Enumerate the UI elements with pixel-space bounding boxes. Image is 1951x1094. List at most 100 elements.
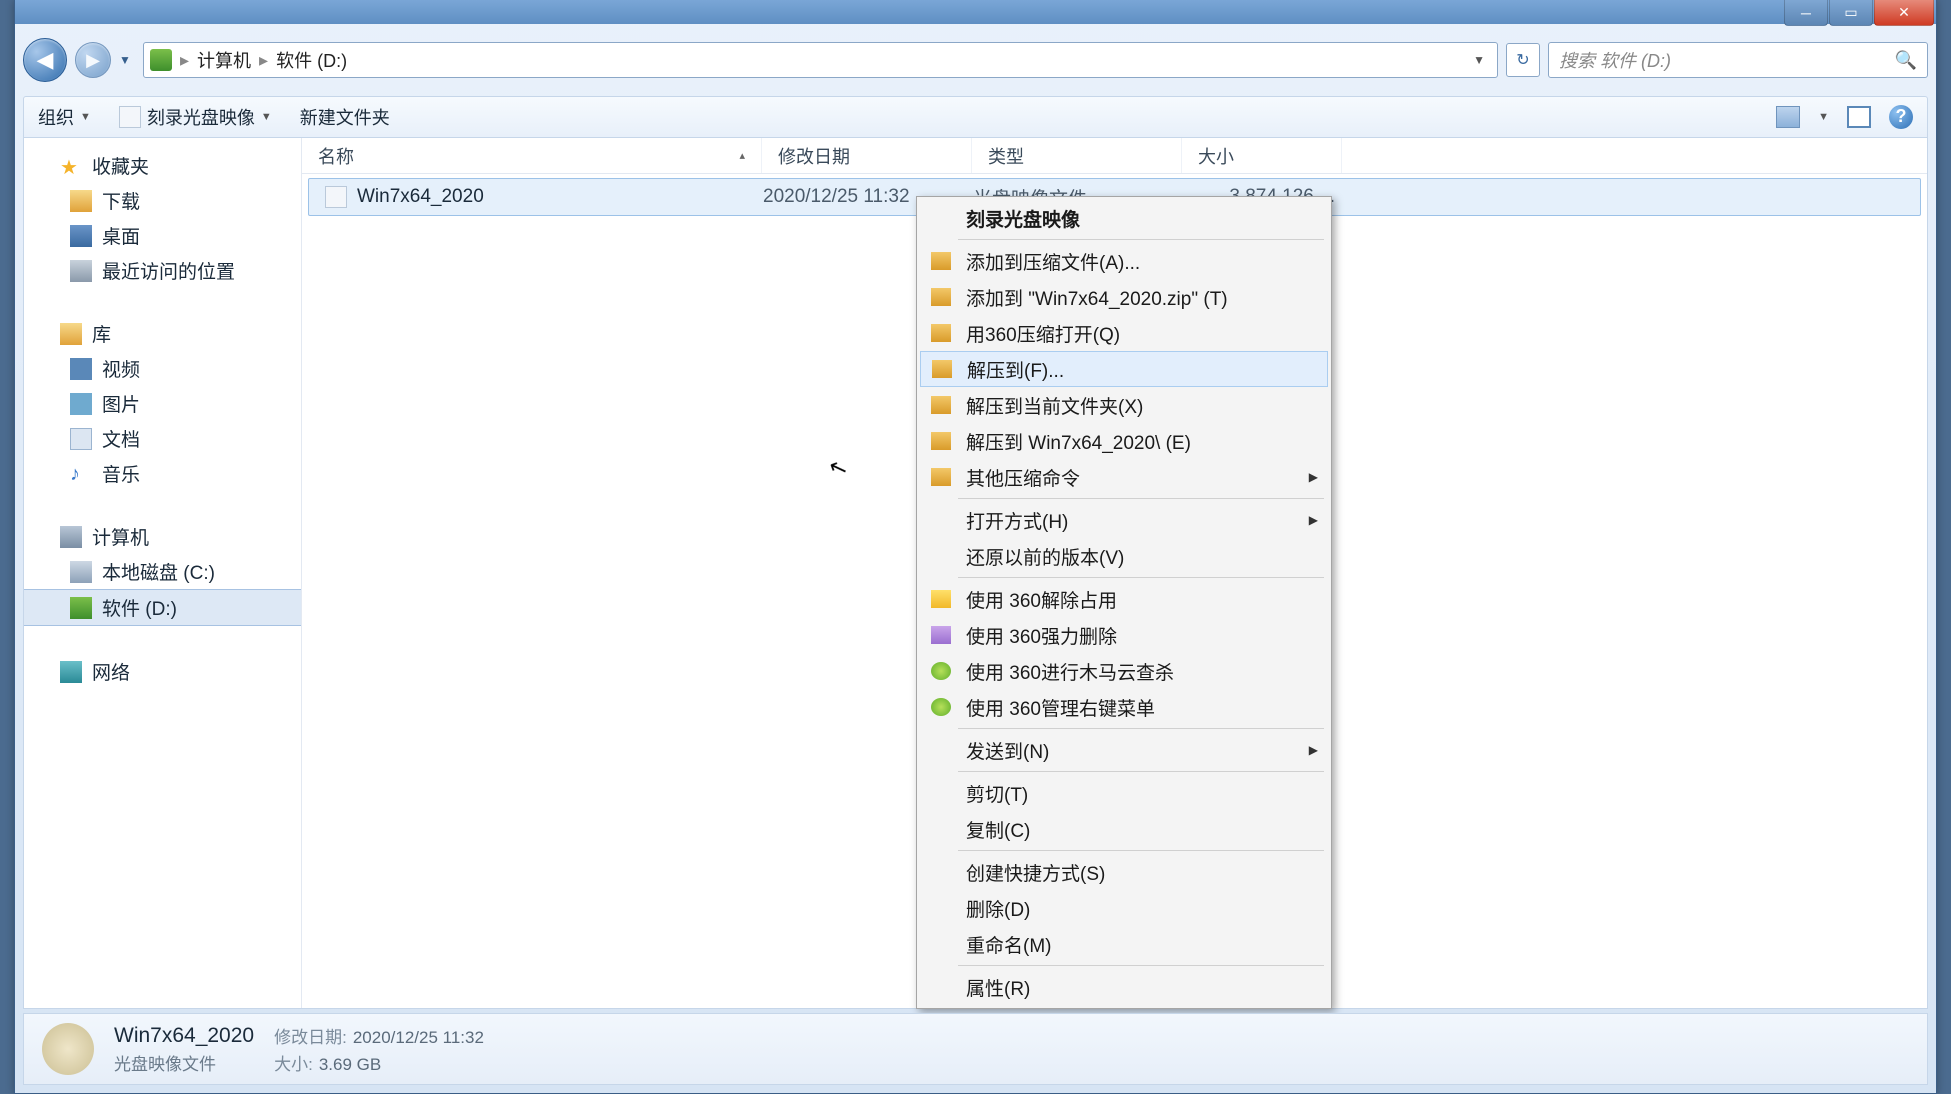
breadcrumb-sep: ▸ [180,50,189,71]
ctx-add-to-archive[interactable]: 添加到压缩文件(A)... [920,243,1328,279]
sidebar-favorites[interactable]: ★ 收藏夹 [24,148,301,183]
ctx-copy[interactable]: 复制(C) [920,811,1328,847]
sidebar-label: 软件 (D:) [102,594,177,621]
sidebar-label: 计算机 [92,523,149,550]
titlebar: ─ ▭ ✕ [15,0,1936,24]
ctx-delete[interactable]: 删除(D) [920,890,1328,926]
breadcrumb-sep: ▸ [259,50,268,71]
ctx-cut[interactable]: 剪切(T) [920,775,1328,811]
ctx-create-shortcut[interactable]: 创建快捷方式(S) [920,854,1328,890]
sidebar-computer[interactable]: 计算机 [24,519,301,554]
column-label: 大小 [1198,143,1234,169]
archive-icon [931,288,951,306]
ctx-360-manage-menu[interactable]: 使用 360管理右键菜单 [920,689,1328,725]
new-folder-button[interactable]: 新建文件夹 [300,104,390,130]
ctx-extract-to[interactable]: 解压到(F)... [920,351,1328,387]
ctx-label: 创建快捷方式(S) [966,859,1105,886]
organize-menu[interactable]: 组织 ▼ [38,104,91,130]
star-icon: ★ [60,155,82,177]
ctx-properties[interactable]: 属性(R) [920,969,1328,1005]
ctx-open-with[interactable]: 打开方式(H) ▶ [920,502,1328,538]
pictures-icon [70,393,92,415]
address-bar[interactable]: ▸ 计算机 ▸ 软件 (D:) ▼ [143,42,1498,78]
sidebar-label: 桌面 [102,222,140,249]
ctx-extract-to-folder[interactable]: 解压到 Win7x64_2020\ (E) [920,423,1328,459]
ctx-label: 其他压缩命令 [966,464,1080,491]
refresh-button[interactable]: ↻ [1506,43,1540,77]
forward-button[interactable]: ▶ [75,42,111,78]
ctx-add-to-zip[interactable]: 添加到 "Win7x64_2020.zip" (T) [920,279,1328,315]
submenu-arrow-icon: ▶ [1309,470,1318,484]
ctx-label: 重命名(M) [966,931,1051,958]
status-date-value: 2020/12/25 11:32 [353,1028,484,1047]
file-name: Win7x64_2020 [357,186,484,208]
ctx-restore-prev[interactable]: 还原以前的版本(V) [920,538,1328,574]
sidebar-label: 视频 [102,355,140,382]
breadcrumb-drive[interactable]: 软件 (D:) [276,47,347,73]
sidebar-label: 库 [92,320,111,347]
sort-asc-icon: ▴ [739,149,745,162]
ctx-separator [958,239,1324,240]
archive-icon [932,360,952,378]
back-button[interactable]: ◀ [23,38,67,82]
ctx-rename[interactable]: 重命名(M) [920,926,1328,962]
column-size[interactable]: 大小 [1182,138,1342,173]
ctx-separator [958,498,1324,499]
column-type[interactable]: 类型 [972,138,1182,173]
ctx-label: 使用 360解除占用 [966,586,1117,613]
sidebar-libraries[interactable]: 库 [24,316,301,351]
ctx-label: 发送到(N) [966,737,1049,764]
status-date-label: 修改日期: [274,1028,347,1047]
preview-pane-button[interactable] [1847,106,1871,128]
sidebar-item-desktop[interactable]: 桌面 [24,218,301,253]
minimize-button[interactable]: ─ [1784,0,1828,26]
chevron-down-icon: ▼ [261,111,272,123]
sidebar-label: 网络 [92,658,130,685]
ctx-other-zip[interactable]: 其他压缩命令 ▶ [920,459,1328,495]
sidebar-network[interactable]: 网络 [24,654,301,689]
file-thumbnail [42,1023,94,1075]
sidebar-item-soft-d[interactable]: 软件 (D:) [24,589,301,626]
archive-icon [931,396,951,414]
burn-image-button[interactable]: 刻录光盘映像 ▼ [119,104,272,130]
video-icon [70,358,92,380]
ctx-burn-image[interactable]: 刻录光盘映像 [920,200,1328,236]
help-button[interactable]: ? [1889,105,1913,129]
ctx-send-to[interactable]: 发送到(N) ▶ [920,732,1328,768]
address-dropdown[interactable]: ▼ [1467,53,1491,67]
close-button[interactable]: ✕ [1874,0,1934,26]
sidebar-item-documents[interactable]: 文档 [24,421,301,456]
ctx-360-force-del[interactable]: 使用 360强力删除 [920,617,1328,653]
chevron-down-icon[interactable]: ▼ [1818,111,1829,123]
sidebar-item-downloads[interactable]: 下载 [24,183,301,218]
ctx-360-unlock[interactable]: 使用 360解除占用 [920,581,1328,617]
column-date[interactable]: 修改日期 [762,138,972,173]
sidebar-item-pictures[interactable]: 图片 [24,386,301,421]
ctx-label: 添加到压缩文件(A)... [966,248,1140,275]
view-button[interactable] [1776,106,1800,128]
sidebar-label: 收藏夹 [92,152,149,179]
sidebar-label: 文档 [102,425,140,452]
ctx-label: 剪切(T) [966,780,1028,807]
drive-icon [150,49,172,71]
search-input[interactable]: 搜索 软件 (D:) 🔍 [1548,42,1928,78]
maximize-button[interactable]: ▭ [1829,0,1873,26]
refresh-icon: ↻ [1516,50,1529,70]
breadcrumb-computer[interactable]: 计算机 [197,47,251,73]
ctx-open-360zip[interactable]: 用360压缩打开(Q) [920,315,1328,351]
column-label: 名称 [318,143,354,169]
computer-icon [60,526,82,548]
column-headers: 名称 ▴ 修改日期 类型 大小 [302,138,1927,174]
ctx-label: 使用 360进行木马云查杀 [966,658,1174,685]
download-icon [70,190,92,212]
sidebar-item-music[interactable]: ♪ 音乐 [24,456,301,491]
column-name[interactable]: 名称 ▴ [302,138,762,173]
sidebar-item-local-c[interactable]: 本地磁盘 (C:) [24,554,301,589]
sidebar-item-recent[interactable]: 最近访问的位置 [24,253,301,288]
history-dropdown[interactable]: ▼ [119,53,135,67]
ctx-extract-here[interactable]: 解压到当前文件夹(X) [920,387,1328,423]
ctx-label: 复制(C) [966,816,1030,843]
ctx-360-scan[interactable]: 使用 360进行木马云查杀 [920,653,1328,689]
submenu-arrow-icon: ▶ [1309,513,1318,527]
sidebar-item-videos[interactable]: 视频 [24,351,301,386]
